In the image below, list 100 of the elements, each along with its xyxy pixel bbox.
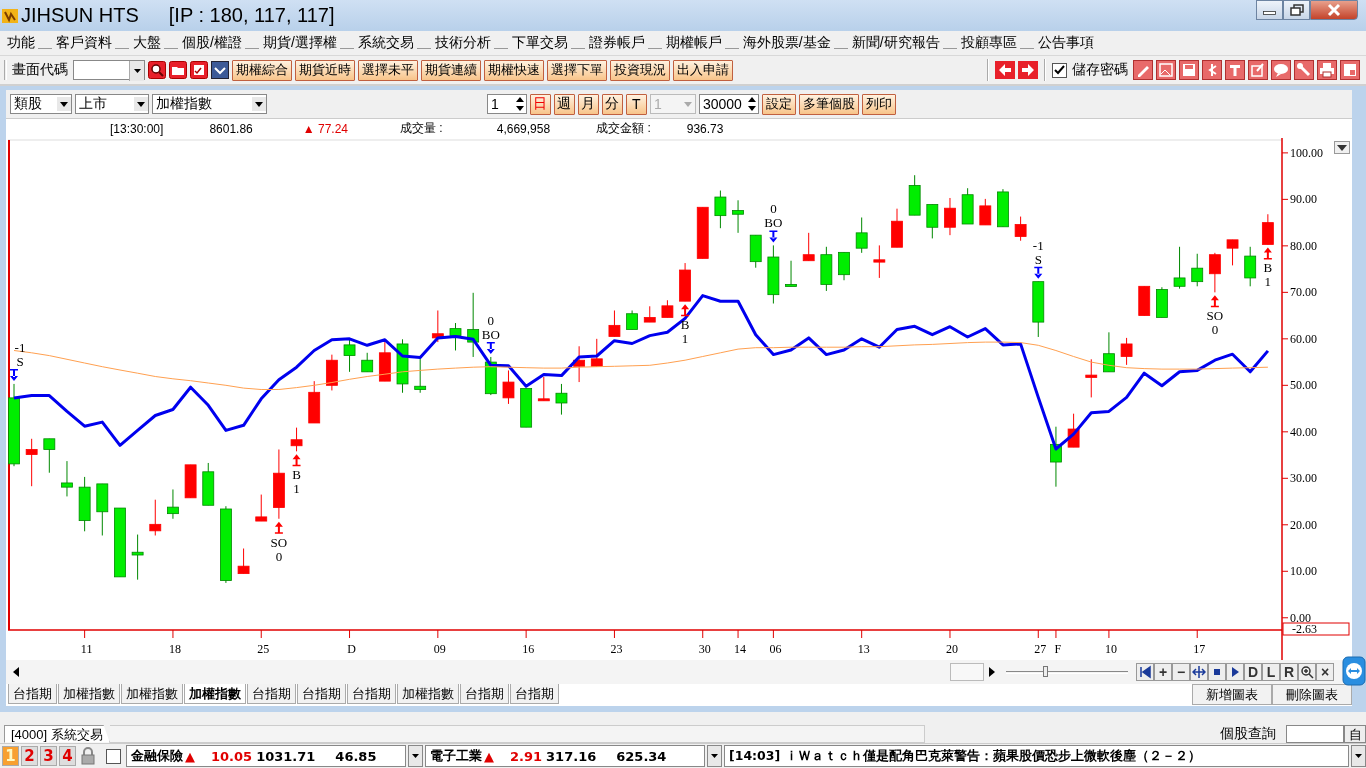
wrench-icon[interactable] bbox=[1294, 60, 1314, 80]
toolbar-button[interactable]: 期貨近時 bbox=[295, 59, 355, 81]
menu-item[interactable]: 功能 bbox=[6, 34, 36, 52]
chart-tool-button[interactable] bbox=[1226, 663, 1244, 681]
save-icon[interactable] bbox=[1179, 60, 1199, 80]
period-button[interactable]: T bbox=[625, 93, 647, 115]
checkbox[interactable] bbox=[1052, 62, 1067, 78]
printer-icon[interactable] bbox=[1317, 60, 1337, 80]
menu-item[interactable]: 新聞/研究報告 bbox=[850, 34, 941, 52]
toolbar-button[interactable]: 投資現況 bbox=[610, 59, 670, 81]
toolbar-button[interactable]: 選擇下單 bbox=[547, 59, 607, 81]
menu-item[interactable]: 海外股票/基金 bbox=[741, 34, 832, 52]
menu-item[interactable]: 投顧專區 bbox=[959, 34, 1018, 52]
news-ticker: [14:03] ｉＷａｔｃｈ僅是配角巴克萊警告：蘋果股價恐步上微軟後塵（２－２） bbox=[724, 745, 1349, 767]
text-tool-icon[interactable] bbox=[1225, 60, 1245, 80]
chart-tool-button[interactable]: R bbox=[1280, 663, 1298, 681]
menu-item[interactable]: 大盤 bbox=[132, 34, 162, 52]
period-button[interactable]: 週 bbox=[553, 93, 575, 115]
chart-tool-button[interactable]: × bbox=[1316, 663, 1334, 681]
chart-tab[interactable]: 台指期 bbox=[8, 684, 57, 704]
chart-tool-button[interactable]: D bbox=[1244, 663, 1262, 681]
axis-label: 90.00 bbox=[1290, 192, 1317, 207]
period-button[interactable]: 月 bbox=[577, 93, 599, 115]
menu-item[interactable]: 系統交易 bbox=[356, 34, 415, 52]
menu-item[interactable]: 公告事項 bbox=[1036, 34, 1095, 52]
chart-tool-button[interactable] bbox=[1190, 663, 1208, 681]
chart-menu-button[interactable] bbox=[1334, 141, 1350, 154]
menu-item[interactable]: 客戶資料 bbox=[55, 34, 113, 52]
dropdown-button[interactable] bbox=[408, 745, 423, 767]
toolbar-button[interactable]: 選擇未平 bbox=[358, 59, 418, 81]
chart-tab[interactable]: 台指期 bbox=[297, 684, 346, 704]
chart-tool-button[interactable]: L bbox=[1262, 663, 1280, 681]
folder-icon[interactable] bbox=[169, 61, 187, 79]
arrow-in-icon[interactable] bbox=[1202, 60, 1222, 80]
candlestick bbox=[343, 339, 356, 373]
spin-box[interactable]: 1 bbox=[486, 94, 527, 114]
spin-box[interactable]: 30000 bbox=[698, 94, 759, 114]
dropdown-button[interactable] bbox=[1351, 745, 1366, 767]
dropdown-button[interactable] bbox=[707, 745, 722, 767]
toolbar-button[interactable]: 設定 bbox=[761, 93, 796, 115]
toolbar-button[interactable]: 期權快速 bbox=[484, 59, 544, 81]
toolbar-button[interactable]: 期權綜合 bbox=[232, 59, 292, 81]
chart-tool-button[interactable] bbox=[1208, 663, 1226, 681]
close-icon bbox=[1326, 3, 1342, 17]
window-icon[interactable] bbox=[1340, 60, 1360, 80]
menu-item[interactable]: 技術分析 bbox=[433, 34, 492, 52]
lock-icon[interactable] bbox=[80, 747, 96, 765]
close-button[interactable] bbox=[1310, 0, 1358, 20]
menu-item[interactable]: 下單交易 bbox=[510, 34, 569, 52]
chart-tab[interactable]: 台指期 bbox=[510, 684, 559, 704]
search-icon[interactable] bbox=[148, 61, 166, 79]
minimize-button[interactable] bbox=[1256, 0, 1283, 20]
checklist-icon[interactable] bbox=[190, 61, 208, 79]
sector-quote-field[interactable]: 金融保險▲ 10.05 1031.71 46.85 bbox=[126, 745, 406, 767]
period-button[interactable]: 分 bbox=[601, 93, 623, 115]
scroll-thumb[interactable] bbox=[950, 663, 984, 681]
toolbar-button[interactable]: 期貨連續 bbox=[421, 59, 481, 81]
toolbar-button[interactable]: 出入申請 bbox=[673, 59, 733, 81]
chart-tab[interactable]: 台指期 bbox=[247, 684, 296, 704]
chart-tab[interactable]: 加權指數 bbox=[121, 684, 183, 704]
chart-tab[interactable]: 台指期 bbox=[347, 684, 396, 704]
dropdown[interactable]: 上市 bbox=[75, 94, 149, 114]
period-button[interactable]: 日 bbox=[529, 93, 551, 115]
stock-query-field[interactable] bbox=[1286, 724, 1344, 743]
page-button[interactable]: 2 bbox=[21, 746, 38, 766]
arrow-left-icon[interactable] bbox=[995, 61, 1015, 79]
chart-tab[interactable]: 台指期 bbox=[460, 684, 509, 704]
pencil-icon[interactable] bbox=[1133, 60, 1153, 80]
chart-tool-button[interactable]: + bbox=[1154, 663, 1172, 681]
arrow-right-icon[interactable] bbox=[1018, 61, 1038, 79]
dropdown[interactable]: 類股 bbox=[10, 94, 72, 114]
chart-action-button[interactable]: 刪除圖表 bbox=[1272, 684, 1352, 705]
sector-quote-field[interactable]: 電子工業▲ 2.91 317.16 625.34 bbox=[425, 745, 705, 767]
query-button[interactable]: 自 bbox=[1344, 724, 1366, 743]
chart-tab[interactable]: 加權指數 bbox=[58, 684, 120, 704]
dropdown-button[interactable] bbox=[129, 61, 144, 81]
page-button[interactable]: 3 bbox=[40, 746, 57, 766]
maximize-button[interactable] bbox=[1283, 0, 1310, 20]
task-tab[interactable]: [4000] 系統交易 bbox=[4, 724, 110, 743]
chart-tool-button[interactable] bbox=[1298, 663, 1316, 681]
page-button[interactable]: 4 bbox=[59, 746, 76, 766]
menu-item[interactable]: 期貨/選擇權 bbox=[261, 34, 338, 52]
toolbar-button[interactable]: 多筆個股 bbox=[798, 93, 859, 115]
menu-item[interactable]: 期權帳戶 bbox=[664, 34, 723, 52]
chat-icon[interactable] bbox=[1271, 60, 1291, 80]
toolbar-button[interactable]: 列印 bbox=[861, 93, 896, 115]
chart-tab[interactable]: 加權指數 bbox=[397, 684, 459, 704]
screen-code-field[interactable] bbox=[73, 60, 145, 80]
slider-thumb[interactable] bbox=[1042, 666, 1048, 677]
checkbox[interactable] bbox=[106, 748, 121, 764]
menu-item[interactable]: 證券帳戶 bbox=[587, 34, 646, 52]
chart-tool-button[interactable]: − bbox=[1172, 663, 1190, 681]
chart-tool-button[interactable] bbox=[1136, 663, 1154, 681]
image-icon[interactable] bbox=[1156, 60, 1176, 80]
chart-action-button[interactable]: 新增圖表 bbox=[1192, 684, 1272, 705]
dropdown[interactable]: 加權指數 bbox=[152, 94, 267, 114]
field-label: 畫面代碼 bbox=[12, 61, 68, 79]
menu-item[interactable]: 個股/權證 bbox=[181, 34, 243, 52]
chart-tab[interactable]: 加權指數 bbox=[184, 684, 246, 704]
edit-icon[interactable] bbox=[1248, 60, 1268, 80]
